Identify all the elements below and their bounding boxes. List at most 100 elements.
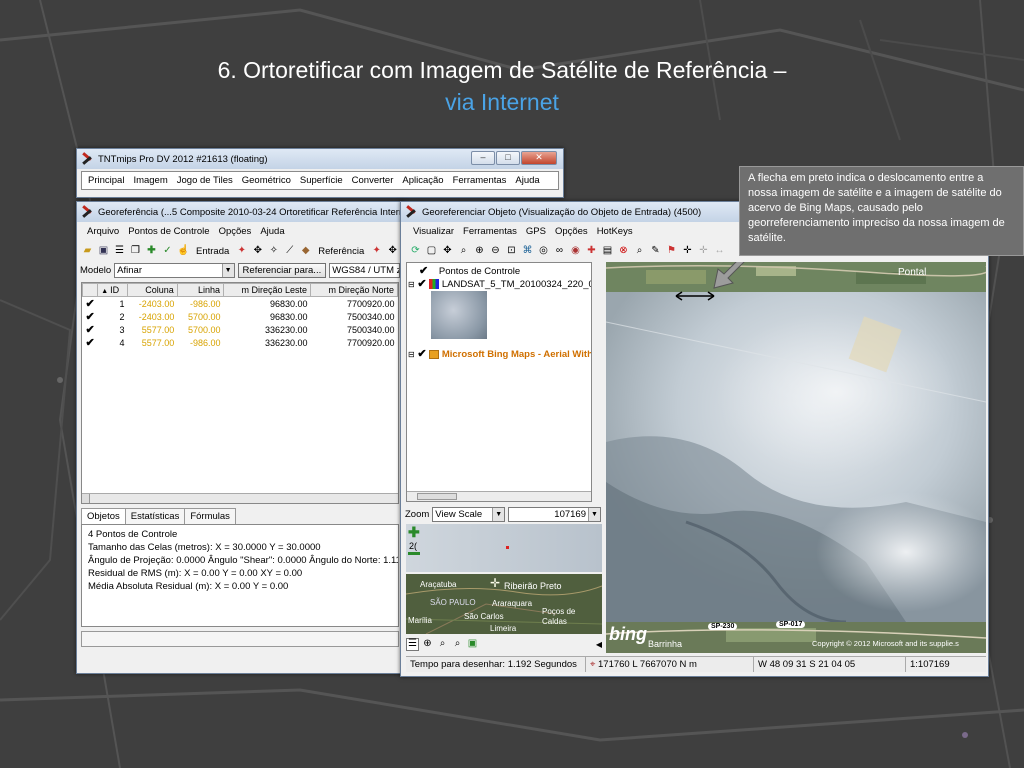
menu-visualizar[interactable]: Visualizar	[413, 226, 454, 237]
layer-panel: ✔ Pontos de Controle ⊟ ✔ LANDSAT_5_TM_20…	[406, 262, 592, 502]
maximize-button[interactable]: □	[496, 151, 520, 165]
menu-converter[interactable]: Converter	[352, 175, 394, 186]
tab-objetos[interactable]: Objetos	[81, 508, 126, 524]
zoom-out-icon[interactable]: ⊖	[489, 245, 502, 258]
menu-geometrico[interactable]: Geométrico	[242, 175, 291, 186]
table-hscrollbar[interactable]	[82, 493, 398, 503]
tab-estatisticas[interactable]: Estatísticas	[124, 508, 186, 524]
layer-panel-hscrollbar[interactable]	[407, 491, 591, 501]
pencil-icon[interactable]: ✎	[649, 245, 662, 258]
projection-field[interactable]: WGS84 / UTM zo	[329, 263, 400, 278]
model-select[interactable]: Afinar ▼	[114, 263, 235, 278]
table-row[interactable]: ✔ 1 -2403.00 -986.00 96830.00 7700920.00	[83, 297, 398, 310]
list-icon[interactable]: ☰	[113, 245, 126, 258]
zoom-layer-icon[interactable]: ⌘	[521, 245, 534, 258]
measure-icon[interactable]: ⌕	[633, 245, 646, 258]
stop-icon[interactable]: ⊗	[617, 245, 630, 258]
point-checkbox[interactable]: ✔	[83, 310, 98, 323]
referenciar-para-button[interactable]: Referenciar para...	[237, 263, 327, 278]
zoom-scale-input[interactable]: 107169 ▼	[508, 507, 601, 522]
menu-opcoes[interactable]: Opções	[555, 226, 588, 237]
menu-imagem[interactable]: Imagem	[133, 175, 167, 186]
menu-principal[interactable]: Principal	[88, 175, 124, 186]
minimize-button[interactable]: –	[471, 151, 495, 165]
menu-superficie[interactable]: Superfície	[300, 175, 343, 186]
menu-ferramentas[interactable]: Ferramentas	[453, 175, 507, 186]
layer-visible-checkbox[interactable]: ✔	[417, 348, 426, 360]
zoom-in-plus-icon[interactable]: ✚	[408, 524, 420, 541]
menu-gps[interactable]: GPS	[526, 226, 546, 237]
column-header-linha[interactable]: Linha	[176, 283, 225, 297]
overview-scroll-left-icon[interactable]: ◀	[596, 640, 602, 649]
collapse-icon[interactable]: ⊟	[408, 350, 415, 359]
menu-jogo-de-tiles[interactable]: Jogo de Tiles	[177, 175, 233, 186]
menu-ferramentas[interactable]: Ferramentas	[463, 226, 517, 237]
menu-arquivo[interactable]: Arquivo	[87, 226, 119, 237]
open-folder-icon[interactable]: ▰	[81, 245, 94, 258]
zoom-in-icon[interactable]: ⊕	[473, 245, 486, 258]
collapse-icon[interactable]: ⊟	[408, 280, 415, 289]
layer-visible-checkbox[interactable]: ✔	[417, 278, 426, 290]
add-layer-icon[interactable]: ✚	[585, 245, 598, 258]
landsat-thumbnail	[431, 291, 487, 339]
menu-opcoes[interactable]: Opções	[219, 226, 252, 237]
map-label-sao-paulo: SÃO PAULO	[430, 598, 476, 607]
menu-aplicacao[interactable]: Aplicação	[402, 175, 443, 186]
layer-manager-icon[interactable]: ▤	[601, 245, 614, 258]
zoom-box-icon[interactable]: ⌕	[436, 638, 449, 651]
pan-icon[interactable]: ✥	[441, 245, 454, 258]
zoom-box-icon[interactable]: ⌕	[457, 245, 470, 258]
overview-select-icon[interactable]: ▣	[466, 638, 479, 651]
column-header-leste[interactable]: m Direção Leste	[223, 283, 311, 297]
menu-ajuda[interactable]: Ajuda	[260, 226, 284, 237]
layer-bing-row[interactable]: ⊟ ✔ Microsoft Bing Maps - Aerial With L	[408, 347, 591, 360]
legend-icon[interactable]: ☰	[406, 637, 419, 651]
georef-titlebar[interactable]: Georeferência (...5 Composite 2010-03-24…	[77, 202, 403, 222]
pin-icon[interactable]: ◆	[299, 245, 312, 258]
zoom-out-minus-icon[interactable]	[408, 552, 420, 555]
gps-icon[interactable]: ◉	[569, 245, 582, 258]
table-row[interactable]: ✔ 4 5577.00 -986.00 336230.00 7700920.00	[83, 336, 398, 349]
zoom-previous-icon[interactable]: ◎	[537, 245, 550, 258]
accept-icon[interactable]: ✓	[161, 245, 174, 258]
map-view[interactable]: Pontal Barrinha SP-230 SP-017 bing Copyr…	[606, 262, 986, 653]
cursor-icon[interactable]: ☝	[177, 245, 190, 258]
layer-visible-checkbox[interactable]: ✔	[419, 265, 428, 277]
entrada-mode-icon[interactable]: ✦	[235, 245, 248, 258]
line-tool-icon[interactable]: ⟋	[283, 245, 296, 258]
referencia-mode-icon[interactable]: ✦	[370, 245, 383, 258]
full-view-icon[interactable]: ▢	[425, 245, 438, 258]
point-checkbox[interactable]: ✔	[83, 297, 98, 310]
redraw-icon[interactable]: ⟳	[409, 245, 422, 258]
point-checkbox[interactable]: ✔	[83, 323, 98, 336]
close-button[interactable]: ✕	[521, 151, 557, 165]
tab-formulas[interactable]: Fórmulas	[184, 508, 236, 524]
menu-ajuda[interactable]: Ajuda	[515, 175, 539, 186]
table-row[interactable]: ✔ 2 -2403.00 5700.00 96830.00 7500340.00	[83, 310, 398, 323]
overview-map[interactable]: Araçatuba ✛ Ribeirão Preto SÃO PAULO Ara…	[406, 574, 602, 634]
save-icon[interactable]: ▣	[97, 245, 110, 258]
column-header-coluna[interactable]: Coluna	[127, 283, 178, 297]
menu-pontos-de-controle[interactable]: Pontos de Controle	[128, 226, 209, 237]
add-point-icon[interactable]: ✚	[145, 245, 158, 258]
main-window-titlebar[interactable]: TNTmips Pro DV 2012 #21613 (floating) – …	[77, 149, 563, 169]
menu-hotkeys[interactable]: HotKeys	[597, 226, 633, 237]
zoom-mode-select[interactable]: View Scale ▼	[432, 507, 506, 522]
flag-icon[interactable]: ⚑	[665, 245, 678, 258]
move-ref-icon[interactable]: ✥	[386, 245, 399, 258]
move-point-icon[interactable]: ✥	[251, 245, 264, 258]
layer-landsat-row[interactable]: ⊟ ✔ LANDSAT_5_TM_20100324_220_0	[408, 277, 591, 290]
layer-group-row[interactable]: ✔ Pontos de Controle	[419, 264, 520, 277]
zoom-to-fit-icon[interactable]: ⊡	[505, 245, 518, 258]
binoculars-icon[interactable]: ∞	[553, 245, 566, 258]
zoom-in-icon[interactable]: ⊕	[421, 638, 434, 651]
select-point-icon[interactable]: ✧	[267, 245, 280, 258]
copy-icon[interactable]: ❐	[129, 245, 142, 258]
point-checkbox[interactable]: ✔	[83, 336, 98, 349]
table-row[interactable]: ✔ 3 5577.00 5700.00 336230.00 7500340.00	[83, 323, 398, 336]
column-header-id[interactable]: ▲ ID	[97, 283, 129, 297]
column-header-norte[interactable]: m Direção Norte	[310, 283, 398, 297]
magnifier-icon[interactable]: ⌕	[451, 638, 464, 651]
map-label-barrinha: Barrinha	[648, 639, 683, 649]
crosshair-icon[interactable]: ✛	[681, 245, 694, 258]
